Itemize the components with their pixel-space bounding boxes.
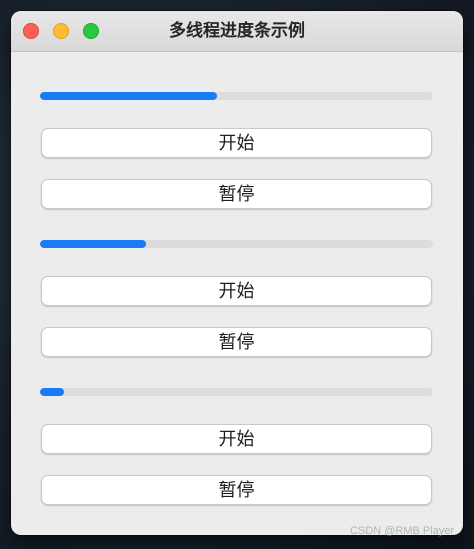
start-button-2[interactable]: 开始 [41, 276, 432, 306]
start-button-1[interactable]: 开始 [41, 128, 432, 158]
progress-fill-2 [40, 240, 147, 248]
pause-button-1[interactable]: 暂停 [41, 179, 432, 209]
app-window: 多线程进度条示例 开始 暂停 开始 暂停 开始 暂停 [11, 11, 463, 535]
progress-bar-1 [40, 92, 433, 100]
window-title: 多线程进度条示例 [169, 21, 305, 41]
pause-button-2[interactable]: 暂停 [41, 327, 432, 357]
progress-group-2: 开始 暂停 [40, 240, 433, 357]
progress-group-3: 开始 暂停 [40, 388, 433, 505]
progress-bar-2 [40, 240, 433, 248]
progress-bar-3 [40, 388, 433, 396]
progress-fill-1 [40, 92, 217, 100]
watermark-text: CSDN @RMB Player [349, 525, 454, 537]
start-button-3[interactable]: 开始 [41, 424, 432, 454]
progress-group-1: 开始 暂停 [40, 92, 433, 209]
progress-fill-3 [40, 388, 64, 396]
pause-button-3[interactable]: 暂停 [41, 475, 432, 505]
title-bar: 多线程进度条示例 [11, 11, 463, 52]
